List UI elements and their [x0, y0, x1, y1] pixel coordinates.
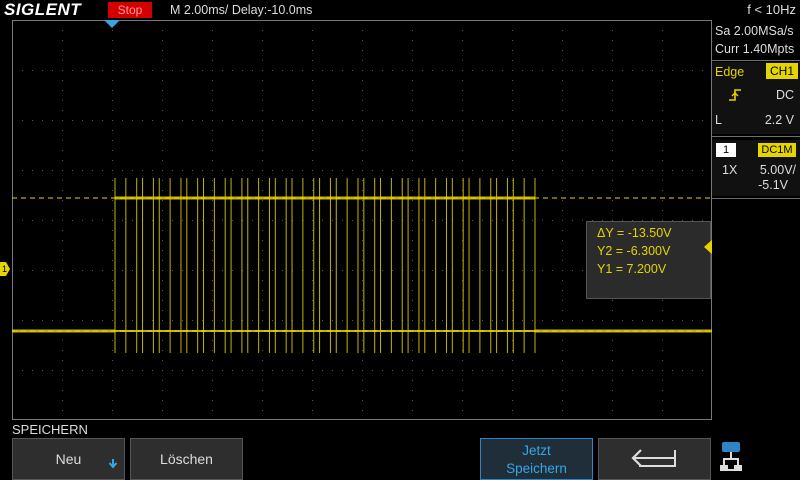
trigger-type: Edge: [715, 65, 745, 79]
trigger-position-marker[interactable]: [104, 20, 120, 28]
cursor-y2-value: Y2 = -6.300V: [597, 244, 671, 258]
new-button[interactable]: Neu: [12, 438, 125, 480]
ch1-scale: 5.00V/: [759, 163, 796, 177]
memory-depth: Curr 1.40Mpts: [715, 42, 795, 56]
brand-logo: SIGLENT: [4, 0, 82, 19]
clear-button-label: Löschen: [160, 451, 213, 467]
cursor-delta-y: ΔY = -13.50V: [597, 226, 672, 240]
ch1-offset: -5.1V: [758, 178, 788, 192]
run-stop-indicator[interactable]: Stop: [108, 2, 152, 18]
cursor-readout-box: ΔY = -13.50V Y2 = -6.300V Y1 = 7.200V: [586, 221, 711, 299]
menu-title: SPEICHERN: [12, 422, 88, 437]
trigger-level: 2.2 V: [764, 113, 794, 127]
ch1-offset-marker[interactable]: 1: [0, 262, 10, 276]
save-now-label-line2: Speichern: [506, 461, 567, 476]
trigger-level-label: L: [715, 113, 722, 127]
trigger-source-badge: CH1: [766, 63, 798, 79]
waveform-display[interactable]: [12, 20, 712, 420]
network-icon[interactable]: [720, 440, 744, 476]
rising-edge-icon: [729, 89, 741, 101]
sample-rate: Sa 2.00MSa/s: [715, 24, 794, 38]
trigger-coupling: DC: [775, 88, 794, 102]
panel-divider: [712, 198, 800, 199]
back-button[interactable]: [598, 438, 711, 480]
save-now-button[interactable]: Jetzt Speichern: [480, 438, 593, 480]
timebase-readout: M 2.00ms/ Delay:-10.0ms: [170, 3, 313, 17]
clear-button[interactable]: Löschen: [130, 438, 243, 480]
save-now-label-line1: Jetzt: [522, 443, 551, 458]
cursor-y1-value: Y1 = 7.200V: [597, 262, 667, 276]
ch1-probe: 1X: [722, 163, 738, 177]
frequency-counter: f < 10Hz: [747, 2, 796, 17]
ch1-coupling-badge: DC1M: [758, 143, 796, 157]
panel-divider: [712, 136, 800, 137]
ch1-number-badge: 1: [716, 143, 736, 157]
panel-divider: [712, 60, 800, 61]
ch1-offset-marker-label: 1: [2, 264, 8, 274]
return-arrow-icon: [631, 449, 676, 467]
chevron-down-icon: [108, 459, 118, 469]
